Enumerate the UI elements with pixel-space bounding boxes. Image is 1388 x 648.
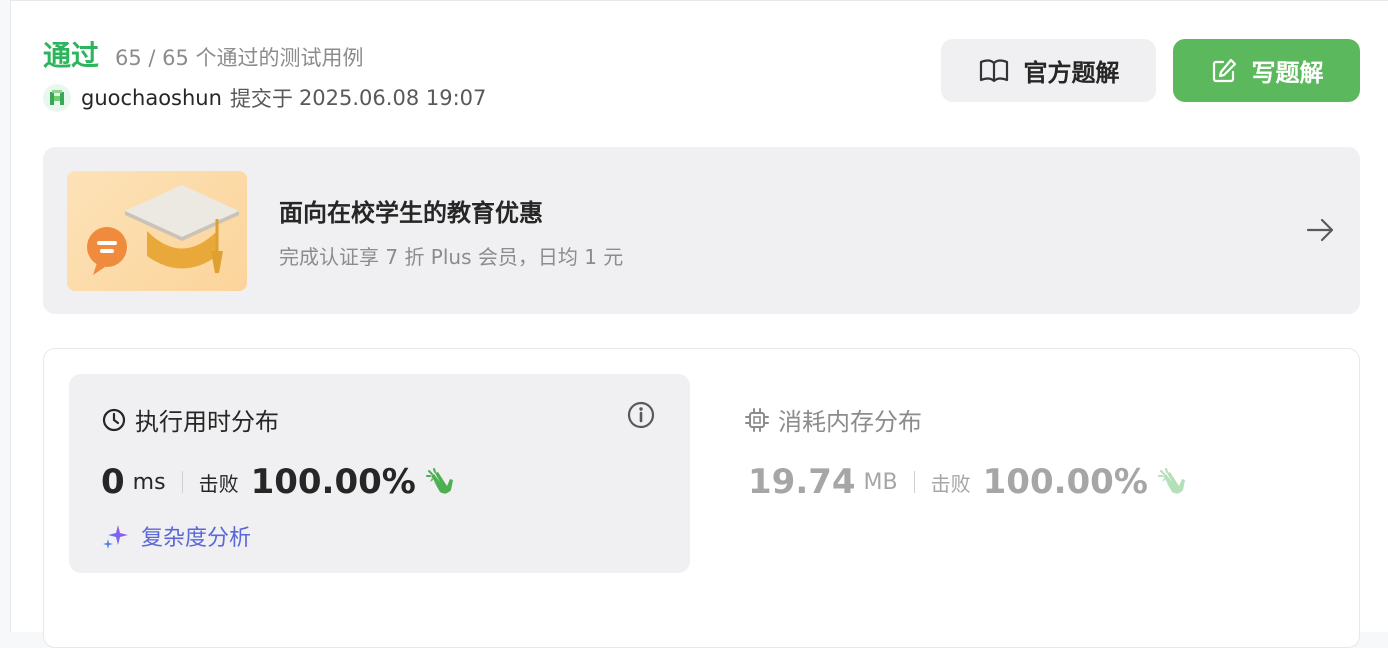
status-text: 通过 — [43, 39, 100, 72]
memory-unit: MB — [863, 469, 898, 495]
arrow-right-icon[interactable] — [1306, 217, 1336, 243]
graduation-cap-icon — [87, 185, 239, 275]
user-avatar-icon — [50, 90, 64, 105]
education-promo-banner[interactable]: 面向在校学生的教育优惠 完成认证享 7 折 Plus 会员，日均 1 元 — [43, 147, 1360, 314]
edit-icon — [1212, 58, 1236, 82]
graduation-cap-illustration — [67, 171, 247, 291]
runtime-beat-label: 击败 — [198, 471, 239, 496]
chip-icon — [745, 407, 769, 432]
divider — [181, 471, 183, 493]
runtime-card[interactable]: 执行用时分布 0 ms 击败 100.00% 复杂度分析 — [69, 374, 690, 573]
runtime-stats-row: 0 ms 击败 100.00% — [101, 462, 456, 502]
write-solution-label: 写题解 — [1251, 59, 1324, 87]
info-icon[interactable] — [626, 400, 656, 430]
memory-stats-row: 19.74 MB 击败 100.00% — [748, 462, 1188, 502]
submit-time: 2025.06.08 19:07 — [298, 86, 487, 110]
runtime-title: 执行用时分布 — [135, 408, 279, 436]
clock-icon — [102, 408, 126, 431]
submission-panel: 通过 65 / 65 个通过的测试用例 guochaoshun 提交于 2025… — [10, 0, 1388, 648]
complexity-analysis-label: 复杂度分析 — [141, 526, 252, 551]
memory-percent: 100.00% — [982, 462, 1148, 502]
runtime-unit: ms — [132, 469, 166, 495]
runtime-percent: 100.00% — [250, 462, 416, 502]
avatar[interactable] — [43, 84, 71, 112]
clap-icon — [1157, 468, 1185, 494]
submission-status: 通过 65 / 65 个通过的测试用例 — [43, 34, 364, 74]
write-solution-button[interactable]: 写题解 — [1173, 39, 1360, 102]
memory-beat-label: 击败 — [930, 471, 971, 496]
complexity-analysis-link[interactable]: 复杂度分析 — [101, 520, 251, 552]
memory-card[interactable]: 消耗内存分布 19.74 MB 击败 100.00% — [744, 374, 1304, 573]
promo-subtitle: 完成认证享 7 折 Plus 会员，日均 1 元 — [279, 245, 624, 269]
memory-value: 19.74 — [748, 462, 856, 502]
official-solution-label: 官方题解 — [1023, 59, 1120, 87]
runtime-value: 0 — [101, 462, 125, 502]
submitter-info: guochaoshun 提交于 2025.06.08 19:07 — [43, 83, 486, 113]
promo-title: 面向在校学生的教育优惠 — [279, 199, 543, 227]
book-icon — [979, 59, 1008, 82]
memory-header: 消耗内存分布 — [744, 402, 922, 437]
performance-stats: 执行用时分布 0 ms 击败 100.00% 复杂度分析 消耗内存分布 19.7… — [43, 348, 1360, 648]
submit-label: 提交于 — [229, 87, 293, 111]
test-cases-count: 65 / 65 个通过的测试用例 — [115, 46, 364, 70]
username-link[interactable]: guochaoshun — [81, 86, 222, 110]
memory-title: 消耗内存分布 — [778, 408, 922, 436]
clap-icon — [425, 468, 453, 494]
official-solution-button[interactable]: 官方题解 — [941, 39, 1156, 102]
sparkle-icon — [103, 525, 128, 549]
runtime-header: 执行用时分布 — [101, 402, 279, 437]
divider — [913, 471, 915, 493]
